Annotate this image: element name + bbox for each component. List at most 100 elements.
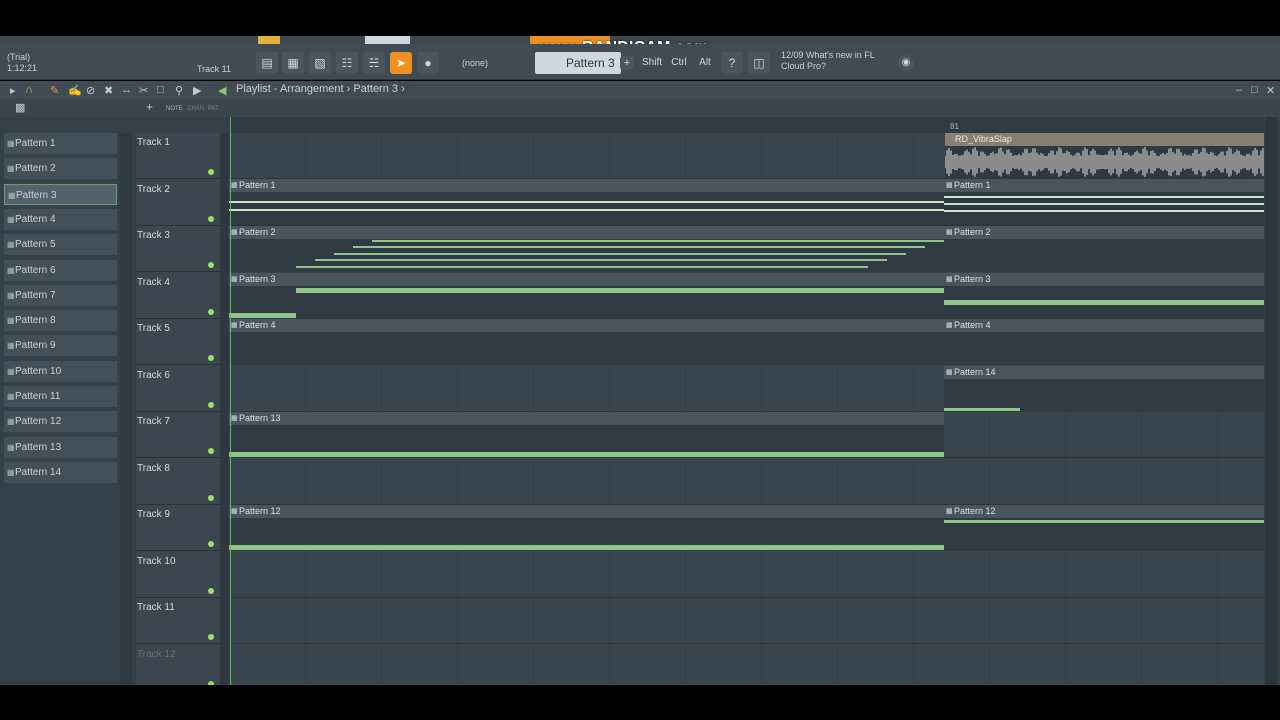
track-mute-led[interactable]: [208, 541, 214, 547]
vertical-scrollbar[interactable]: [1265, 117, 1277, 685]
clip-track9-b[interactable]: ▦ Pattern 12: [944, 505, 1264, 551]
clip-track3-b[interactable]: ▦ Pattern 2: [944, 226, 1264, 272]
mute-icon[interactable]: ✖: [104, 84, 113, 97]
microphone-icon[interactable]: ●: [417, 52, 439, 74]
playlist-window-icon[interactable]: ▤: [256, 52, 278, 74]
fl-studio-window: www.BANDICAM.com (Trial) 1:12:21 Track 1…: [0, 0, 1280, 720]
header-separator[interactable]: [220, 133, 229, 685]
track-mute-led[interactable]: [208, 308, 214, 315]
pattern-list-item[interactable]: ▦ Pattern 3: [4, 183, 117, 205]
menu-arrow-icon[interactable]: ▸: [10, 84, 16, 97]
playhead-line[interactable]: [230, 117, 231, 685]
note-label[interactable]: NOTE: [166, 106, 183, 112]
snap-arrow-icon[interactable]: ➤: [390, 52, 412, 74]
song-mode-button[interactable]: [258, 36, 280, 44]
playlist-breadcrumb[interactable]: Playlist - Arrangement › Pattern 3 ›: [236, 83, 405, 95]
playback-icon[interactable]: ▶: [193, 84, 201, 97]
add-track-icon[interactable]: +: [146, 100, 153, 114]
clip-track3-a[interactable]: ▦ Pattern 2: [229, 226, 944, 272]
channel-rack-icon[interactable]: ▦: [282, 52, 304, 74]
ctrl-key-button[interactable]: Ctrl: [668, 54, 690, 72]
pattern-list-scrollbar[interactable]: [120, 133, 132, 685]
slice-icon[interactable]: ✂: [139, 84, 148, 97]
track-mute-led[interactable]: [208, 448, 214, 454]
clip-track5-a[interactable]: ▦ Pattern 4: [229, 319, 944, 365]
clip-track2-b[interactable]: ▦ Pattern 1: [944, 179, 1264, 225]
track-mute-led[interactable]: [208, 169, 214, 175]
track-header[interactable]: Track 9: [136, 505, 220, 551]
clip-track2-a[interactable]: ▦ Pattern 1: [229, 179, 944, 225]
clip-track7-a[interactable]: ▦ Pattern 13: [229, 412, 944, 458]
track-header[interactable]: Track 6: [136, 366, 220, 412]
track-header[interactable]: Track 4: [136, 273, 220, 319]
chan-label[interactable]: CHAN: [187, 106, 204, 112]
track-header[interactable]: Track 8: [136, 459, 220, 505]
add-pattern-icon[interactable]: +: [620, 56, 634, 70]
pattern-list-item[interactable]: ▦ Pattern 11: [4, 386, 117, 407]
news-panel[interactable]: 12/09 What's new in FL Cloud Pro?: [781, 50, 875, 72]
clip-track4-a[interactable]: ▦ Pattern 3: [229, 273, 944, 319]
pattern-selector[interactable]: Pattern 3: [535, 52, 621, 74]
piano-roll-icon[interactable]: ▧: [309, 52, 331, 74]
delete-icon[interactable]: ⊘: [86, 84, 95, 97]
brush-icon[interactable]: ✍: [68, 84, 82, 97]
pattern-list-item[interactable]: ▦ Pattern 1: [4, 133, 117, 154]
playlist-grid[interactable]: ▦ Pattern 1 ▦ Pattern 1 ▦ Pattern 2 ▦ Patter…: [229, 133, 1264, 685]
globe-icon[interactable]: ◉: [898, 55, 914, 71]
mixer-icon[interactable]: ☵: [363, 52, 385, 74]
clip-track5-b[interactable]: ▦ Pattern 4: [944, 319, 1264, 365]
slip-icon[interactable]: ↔: [121, 84, 132, 96]
alt-key-button[interactable]: Alt: [695, 54, 715, 72]
pattern-list-item[interactable]: ▦ Pattern 13: [4, 436, 117, 458]
pat-label[interactable]: PAT: [208, 106, 219, 112]
zoom-icon[interactable]: ⚲: [175, 84, 183, 97]
audio-clip-vibraslap[interactable]: RD_VibraSlap: [945, 133, 1264, 179]
track-header[interactable]: Track 5: [136, 319, 220, 365]
pattern-list-item[interactable]: ▦ Pattern 7: [4, 284, 117, 306]
track-header[interactable]: Track 7: [136, 412, 220, 458]
close-icon[interactable]: ✕: [1266, 84, 1275, 97]
track-header[interactable]: Track 1: [136, 133, 220, 179]
track-header[interactable]: Track 2: [136, 180, 220, 226]
clip-header: ▦ Pattern 14: [944, 366, 1264, 379]
shift-key-button[interactable]: Shift: [640, 54, 664, 72]
clip-label: Pattern 1: [954, 180, 991, 190]
pattern-list-item[interactable]: ▦ Pattern 8: [4, 310, 117, 332]
snap-select[interactable]: (none): [458, 55, 512, 71]
pattern-list-item[interactable]: ▦ Pattern 9: [4, 335, 117, 357]
track-header[interactable]: Track 12: [136, 645, 220, 691]
track-mute-led[interactable]: [208, 587, 214, 594]
clip-track4-b[interactable]: ▦ Pattern 3: [944, 273, 1264, 319]
pattern-list-item[interactable]: ▦ Pattern 4: [4, 208, 117, 230]
minimize-icon[interactable]: –: [1236, 84, 1242, 96]
track-mute-led[interactable]: [208, 215, 214, 222]
maximize-icon[interactable]: □: [1251, 84, 1258, 96]
track-header[interactable]: Track 11: [136, 598, 220, 644]
select-icon[interactable]: □: [157, 84, 164, 96]
track-mute-led[interactable]: [208, 494, 214, 501]
track-header[interactable]: Track 3: [136, 226, 220, 272]
pattern-list-item[interactable]: ▦ Pattern 10: [4, 360, 117, 382]
pattern-list-item[interactable]: ▦ Pattern 5: [4, 234, 117, 256]
pattern-list-item[interactable]: ▦ Pattern 14: [4, 461, 117, 483]
shop-cart-icon[interactable]: ◫: [748, 52, 770, 74]
pattern-list-item[interactable]: ▦ Pattern 12: [4, 411, 117, 433]
clip-track6-b[interactable]: ▦ Pattern 14: [944, 366, 1264, 412]
audio-clip-label: RD_VibraSlap: [955, 134, 1012, 144]
clip-track9-a[interactable]: ▦ Pattern 12: [229, 505, 944, 551]
browser-icon[interactable]: ☷: [336, 52, 358, 74]
track-mute-led[interactable]: [208, 262, 214, 268]
pencil-icon[interactable]: ✎: [50, 84, 59, 97]
pattern-list-item[interactable]: ▦ Pattern 6: [4, 259, 117, 281]
magnet-icon[interactable]: ∩: [25, 84, 33, 96]
track-mute-led[interactable]: [208, 634, 214, 640]
arrangement-icon[interactable]: ◀: [218, 84, 226, 97]
track-mute-led[interactable]: [208, 401, 214, 408]
tempo-display[interactable]: [365, 36, 410, 44]
help-icon[interactable]: ?: [721, 52, 743, 74]
timeline-ruler[interactable]: [229, 117, 1264, 133]
piano-icon[interactable]: ▩: [15, 101, 25, 114]
pattern-list-item[interactable]: ▦ Pattern 2: [4, 158, 117, 180]
track-mute-led[interactable]: [208, 355, 214, 361]
track-header[interactable]: Track 10: [136, 552, 220, 598]
